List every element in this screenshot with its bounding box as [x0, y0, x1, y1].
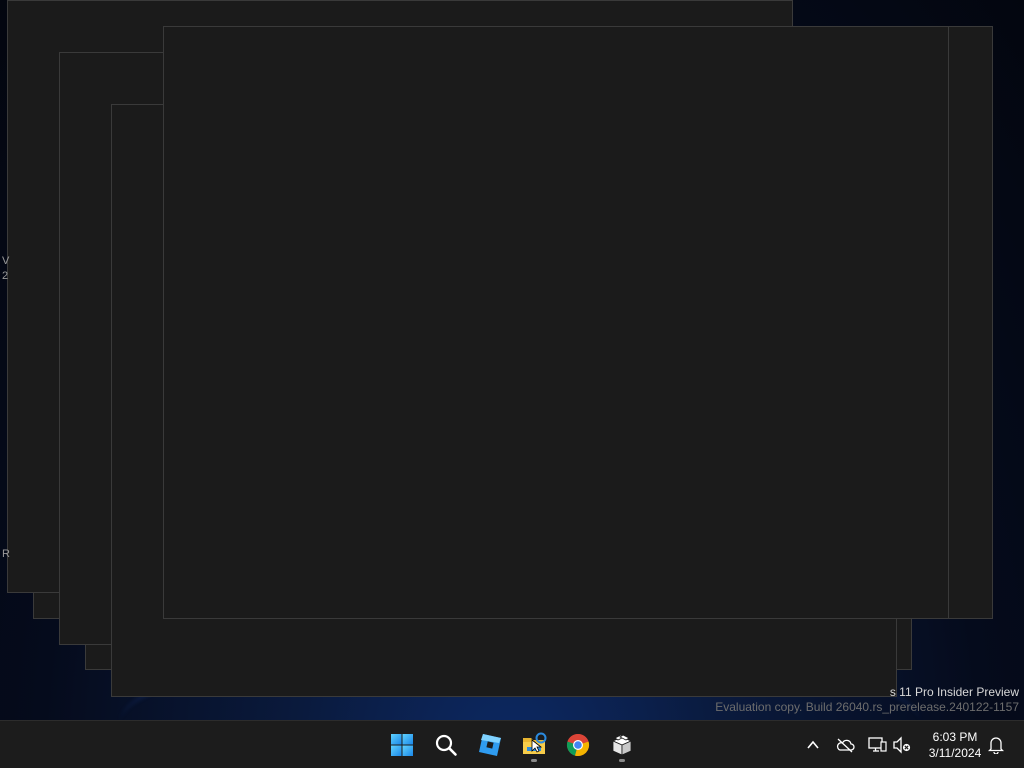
show-hidden-icons-button[interactable]: [801, 733, 825, 757]
chrome-icon: [566, 733, 590, 757]
desktop-edge-text: R: [2, 548, 10, 560]
windows-start-icon: [391, 734, 413, 756]
taskbar: 6:03 PM 3/11/2024: [0, 720, 1024, 768]
volume-button[interactable]: [890, 733, 914, 757]
watermark-build: Evaluation copy. Build 26040.rs_prerelea…: [715, 700, 1019, 714]
notification-bell-icon: [988, 737, 1004, 754]
search-button[interactable]: [426, 725, 466, 765]
running-indicator: [619, 759, 625, 762]
clock-time: 6:03 PM: [932, 730, 978, 744]
window-front[interactable]: [163, 26, 949, 619]
onedrive-offline-icon: [836, 738, 855, 753]
roblox-studio-button[interactable]: [470, 725, 510, 765]
package-app-button[interactable]: [602, 725, 642, 765]
clock[interactable]: 6:03 PM 3/11/2024: [918, 729, 992, 761]
watermark-edition: s 11 Pro Insider Preview: [889, 685, 1019, 699]
desktop: V 2 R s 11 Pro Insider Preview Evaluatio…: [0, 0, 1024, 720]
search-icon: [435, 734, 457, 756]
package-icon: [612, 734, 632, 756]
chrome-button[interactable]: [558, 725, 598, 765]
network-icon: [868, 737, 887, 752]
clock-date: 3/11/2024: [928, 746, 982, 760]
file-explorer-button[interactable]: [514, 725, 554, 765]
volume-muted-icon: [893, 736, 911, 754]
desktop-edge-text: V: [2, 255, 10, 267]
running-indicator: [531, 759, 537, 762]
onedrive-button[interactable]: [833, 733, 857, 757]
network-button[interactable]: [865, 733, 889, 757]
chevron-up-icon: [807, 740, 819, 749]
file-explorer-icon: [523, 732, 547, 754]
notifications-button[interactable]: [984, 733, 1008, 757]
desktop-edge-text: 2: [2, 270, 9, 282]
start-button[interactable]: [382, 725, 422, 765]
roblox-studio-icon: [479, 734, 501, 756]
